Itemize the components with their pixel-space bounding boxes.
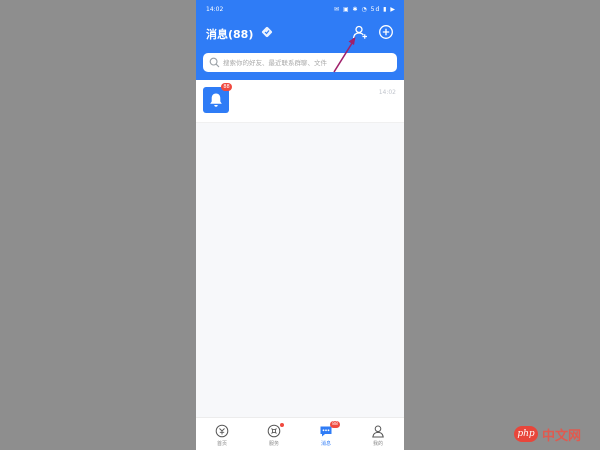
watermark-logo: php — [514, 426, 538, 442]
tab-service[interactable]: 服务 — [248, 418, 300, 450]
tab-messages[interactable]: 88 消息 — [300, 418, 352, 450]
bottom-tab-bar: 首页 服务 88 消息 我的 — [196, 417, 404, 450]
service-dot — [280, 423, 284, 427]
status-icons: ✉ ▣ ✱ ◔ 5d ▮ ▶ — [334, 6, 396, 13]
add-icon[interactable] — [378, 24, 394, 40]
service-icon — [267, 424, 281, 438]
unread-badge: 88 — [221, 83, 232, 91]
tab-label: 消息 — [320, 441, 331, 447]
contacts-icon[interactable] — [352, 24, 368, 40]
search-icon — [209, 57, 220, 68]
title-row: 消息(88) — [206, 24, 396, 42]
home-icon — [215, 424, 229, 438]
site-watermark: php 中文网 — [514, 424, 594, 444]
search-bar[interactable] — [203, 53, 397, 72]
bell-icon — [210, 93, 222, 107]
message-list: 88 14:02 — [196, 80, 404, 123]
verified-icon — [261, 26, 273, 38]
tab-label: 首页 — [216, 441, 227, 447]
tab-home[interactable]: 首页 — [196, 418, 248, 450]
app-header: 14:02 ✉ ▣ ✱ ◔ 5d ▮ ▶ 消息(88) — [196, 0, 404, 80]
tab-label: 我的 — [372, 441, 383, 447]
tab-unread-badge: 88 — [330, 421, 340, 428]
status-bar: 14:02 ✉ ▣ ✱ ◔ 5d ▮ ▶ — [206, 6, 396, 16]
watermark-text: 中文网 — [542, 429, 582, 444]
profile-icon — [372, 425, 384, 438]
list-item[interactable]: 88 14:02 — [196, 80, 404, 123]
status-time: 14:02 — [206, 6, 224, 13]
search-input[interactable] — [223, 55, 391, 70]
phone-screen: 14:02 ✉ ▣ ✱ ◔ 5d ▮ ▶ 消息(88) 搜索你的好友、最近联系群… — [196, 0, 404, 450]
page-title: 消息(88) — [206, 28, 254, 41]
message-time: 14:02 — [378, 89, 396, 96]
tab-label: 服务 — [268, 441, 279, 447]
tab-profile[interactable]: 我的 — [352, 418, 404, 450]
